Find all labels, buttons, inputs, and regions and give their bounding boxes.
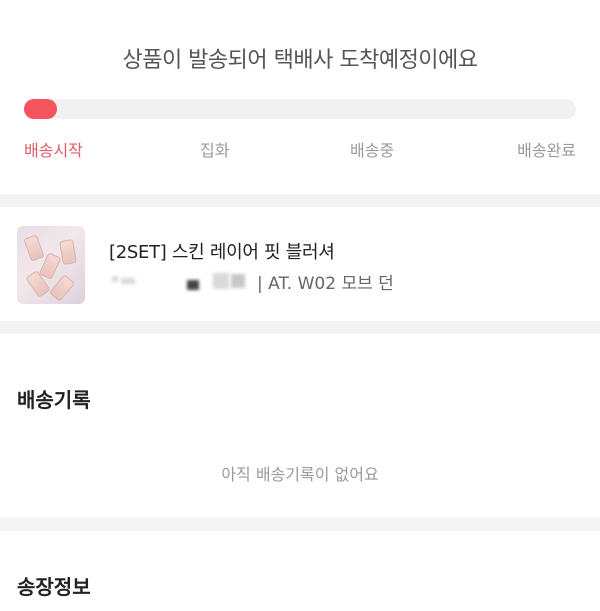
delivery-history-section: 배송기록 아직 배송기록이 없어요 <box>0 334 600 518</box>
redacted-text <box>213 273 229 289</box>
step-shipping-started: 배송시작 <box>24 141 83 160</box>
delivery-progress-track <box>24 99 576 119</box>
product-thumbnail <box>17 226 85 304</box>
step-delivered: 배송완료 <box>517 141 576 160</box>
delivery-status-card: 상품이 발송되어 택배사 도착예정이에요 배송시작 집화 배송중 배송완료 <box>0 0 600 194</box>
delivery-steps: 배송시작 집화 배송중 배송완료 <box>24 137 576 160</box>
redacted-text <box>112 276 118 282</box>
product-option: | AT. W02 모브 던 <box>109 268 509 294</box>
redacted-text <box>121 278 135 284</box>
invoice-info-title: 송장정보 <box>17 575 91 599</box>
redacted-text <box>231 274 245 288</box>
invoice-info-section: 송장정보 <box>0 531 600 611</box>
delivery-history-title: 배송기록 <box>17 388 91 412</box>
delivery-progress-fill <box>24 99 58 119</box>
step-in-transit: 배송중 <box>350 141 395 160</box>
product-card[interactable]: [2SET] 스킨 레이어 핏 블러셔 | AT. W02 모브 던 <box>0 207 600 321</box>
delivery-status-title: 상품이 발송되어 택배사 도착예정이에요 <box>122 48 478 73</box>
step-picked-up: 집화 <box>200 141 230 160</box>
product-name: [2SET] 스킨 레이어 핏 블러셔 <box>109 242 335 263</box>
redacted-text <box>187 280 199 290</box>
product-option-text: | AT. W02 모브 던 <box>257 274 394 294</box>
delivery-history-empty-message: 아직 배송기록이 없어요 <box>221 465 379 484</box>
